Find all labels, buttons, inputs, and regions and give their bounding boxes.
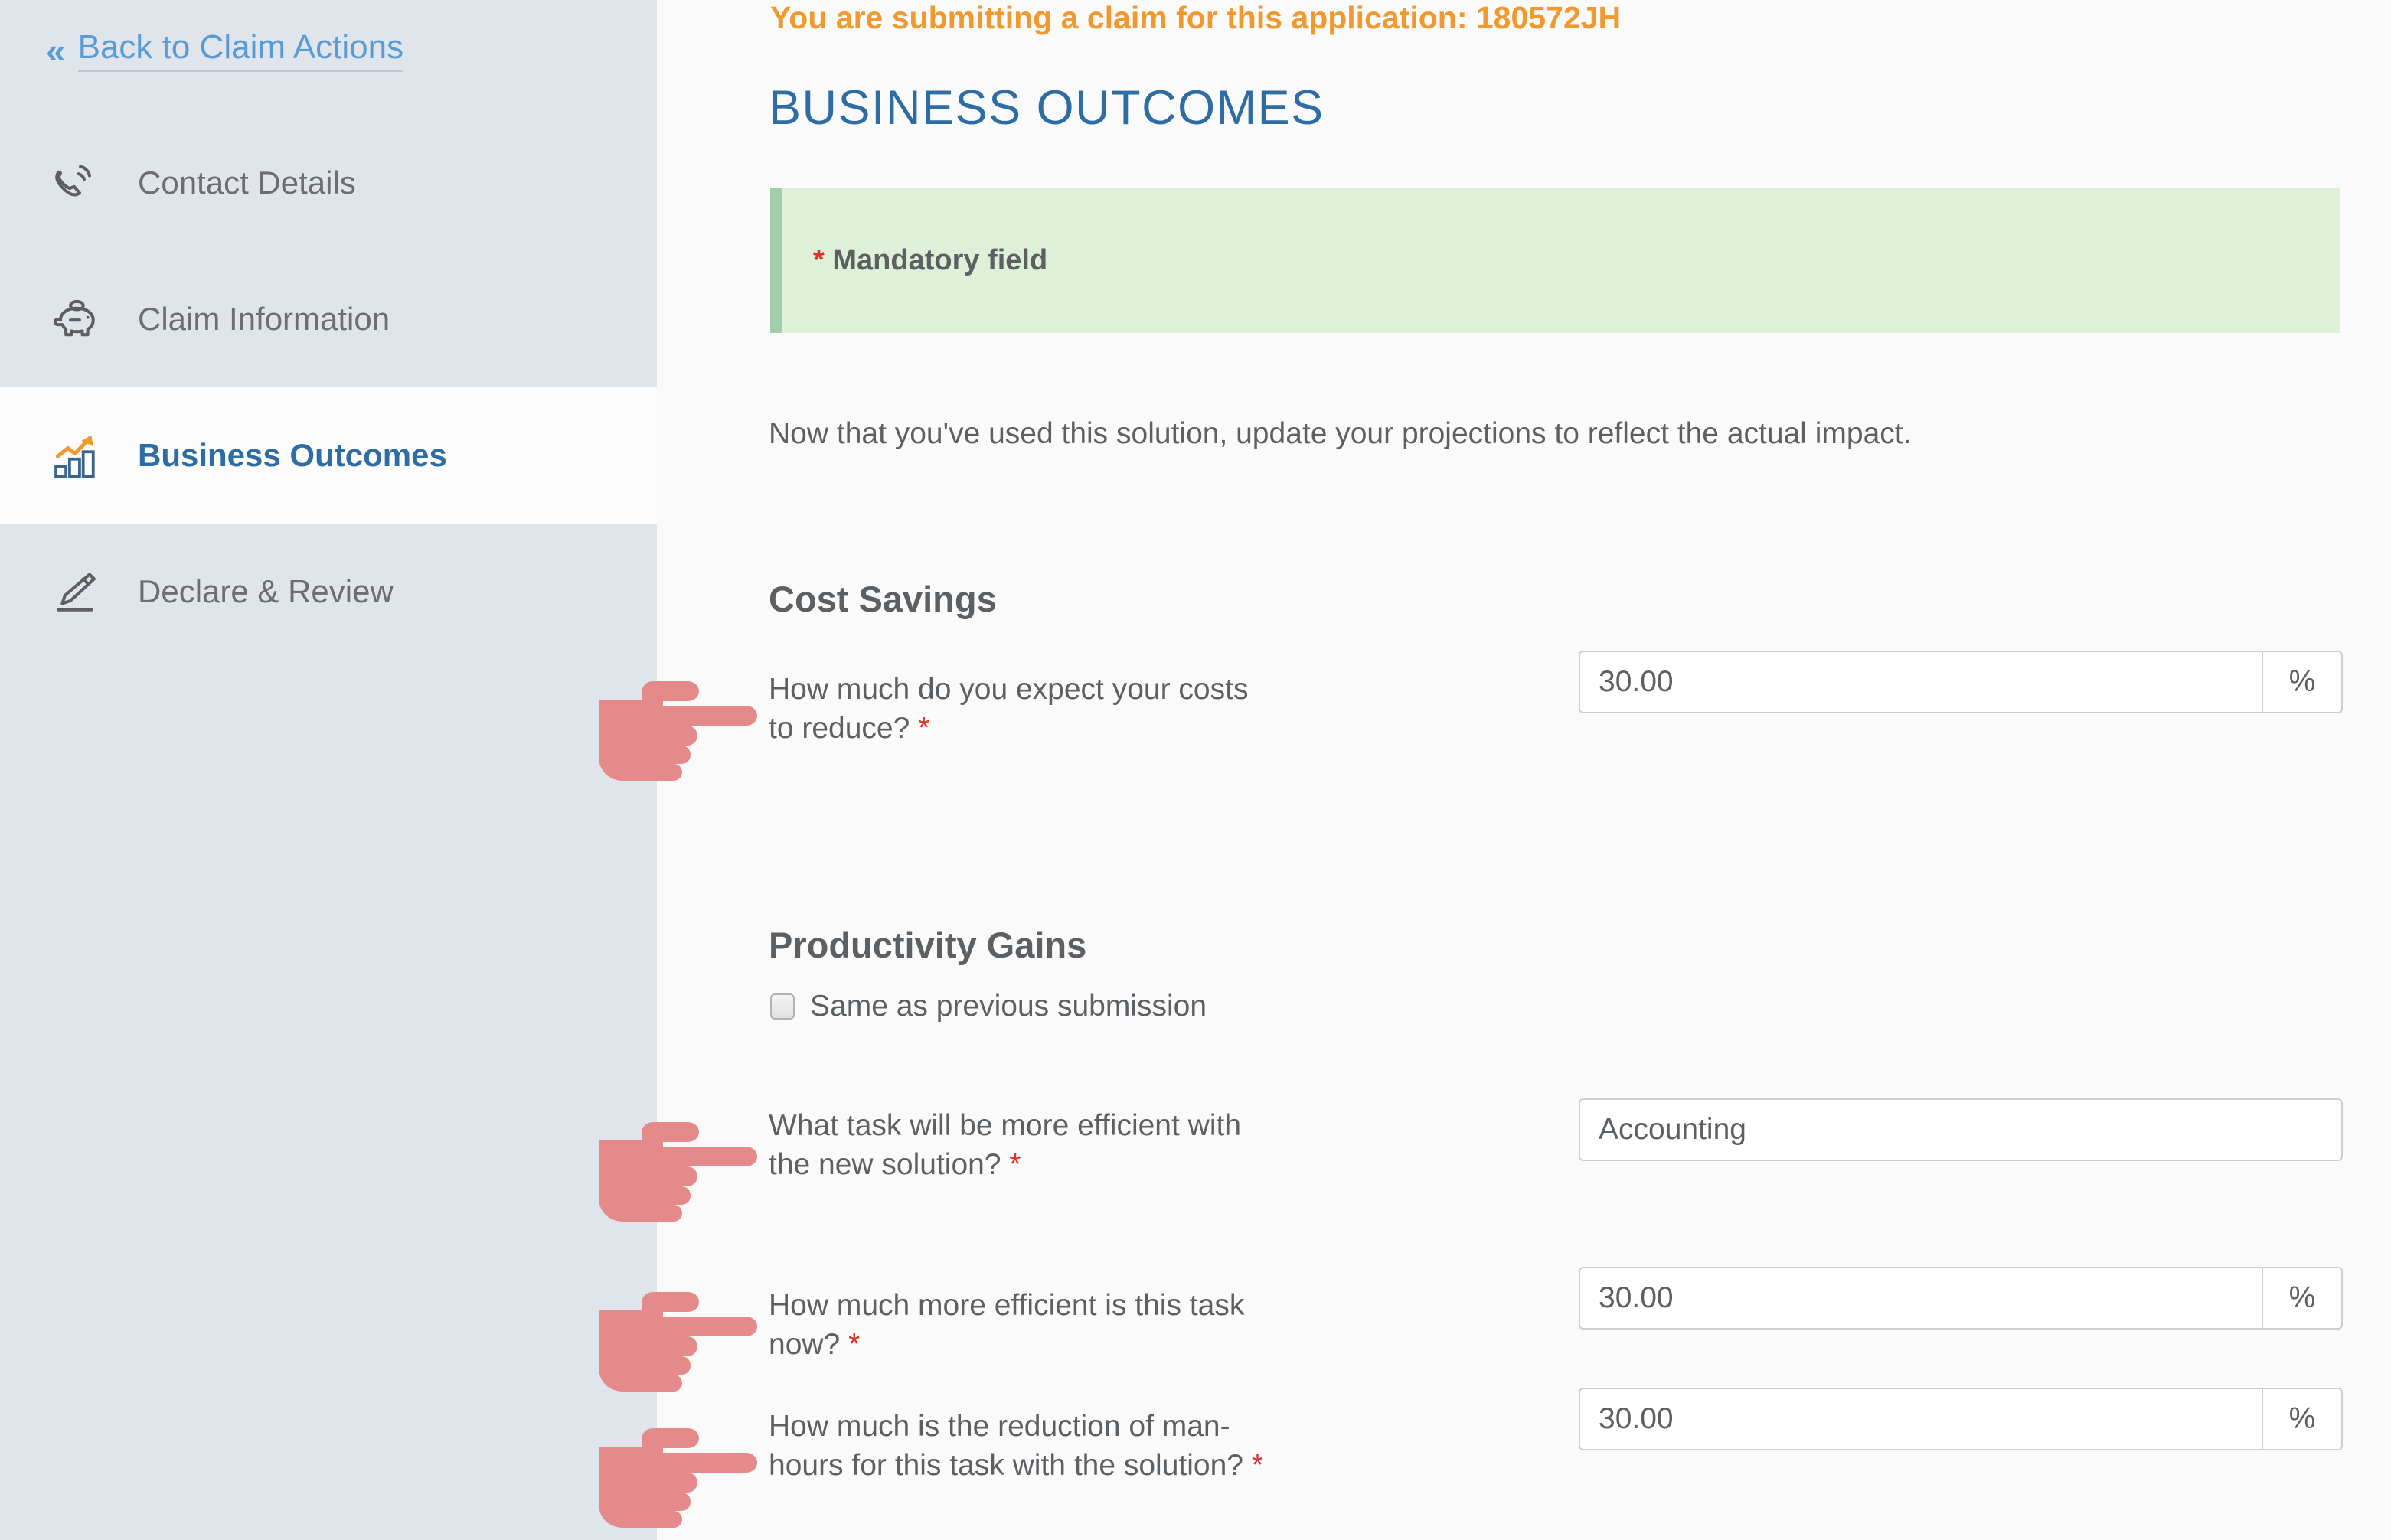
sidebar-item-label: Contact Details [138,165,356,201]
input-group-man-hours[interactable]: 30.00 % [1579,1388,2343,1450]
input-group-efficiency[interactable]: 30.00 % [1579,1267,2343,1330]
task-name-input[interactable]: Accounting [1579,1098,2343,1161]
required-asterisk-icon: * [918,712,930,746]
main-content: You are submitting a claim for this appl… [657,0,2391,1540]
same-as-previous-label: Same as previous submission [810,990,1207,1023]
percent-suffix-man-hours: % [2263,1388,2343,1450]
man-hours-input[interactable]: 30.00 [1579,1388,2263,1450]
back-to-claim-actions-link[interactable]: « Back to Claim Actions [46,28,404,73]
same-as-previous-checkbox[interactable] [770,993,795,1020]
chevron-double-left-icon: « [46,31,65,71]
required-asterisk-icon: * [813,243,825,276]
sidebar-item-business-outcomes[interactable]: Business Outcomes [0,387,657,524]
sidebar-item-contact-details[interactable]: Contact Details [0,115,657,251]
sidebar-item-label: Declare & Review [138,573,394,609]
pen-icon [46,563,104,621]
field-label-man-hours: How much is the reduction of man-hours f… [769,1410,1264,1483]
application-root: « Back to Claim Actions Contact Details [0,0,2391,1540]
input-group-cost-reduce[interactable]: 30.00 % [1579,651,2343,713]
required-asterisk-icon: * [848,1328,861,1362]
percent-suffix-efficiency: % [2263,1267,2343,1330]
required-asterisk-icon: * [1251,1449,1264,1483]
mandatory-banner-text: * Mandatory field [813,244,1047,277]
field-label-task-name: What task will be more efficient with th… [769,1109,1242,1182]
page-title: BUSINESS OUTCOMES [769,81,1325,135]
required-asterisk-icon: * [1009,1148,1021,1182]
sidebar-item-claim-information[interactable]: Claim Information [0,251,657,387]
phone-icon [46,154,104,212]
input-group-task-name[interactable]: Accounting [1579,1098,2343,1161]
sidebar-nav-list: Contact Details Claim Information Busine… [0,115,657,660]
field-label-cost-reduce: How much do you expect your costs to red… [769,673,1249,746]
sidebar: « Back to Claim Actions Contact Details [0,0,657,1540]
mandatory-banner-label: Mandatory field [832,243,1048,276]
field-label-efficiency: How much more efficient is this task now… [769,1289,1245,1362]
intro-text: Now that you've used this solution, upda… [769,417,1912,450]
efficiency-input[interactable]: 30.00 [1579,1267,2263,1330]
sidebar-item-label: Claim Information [138,301,390,337]
checkbox-row-same-as-previous[interactable]: Same as previous submission [770,990,1207,1023]
mandatory-field-banner: * Mandatory field [770,188,2340,333]
application-notice: You are submitting a claim for this appl… [770,0,1622,35]
cost-reduce-input[interactable]: 30.00 [1579,651,2263,713]
percent-suffix-cost-reduce: % [2263,651,2343,713]
section-heading-productivity-gains: Productivity Gains [769,925,1087,965]
piggy-bank-icon [46,290,104,348]
sidebar-item-declare-review[interactable]: Declare & Review [0,524,657,660]
section-heading-cost-savings: Cost Savings [769,579,997,619]
bar-chart-icon [46,426,104,485]
sidebar-item-label: Business Outcomes [138,437,447,473]
back-link-label: Back to Claim Actions [77,28,404,73]
